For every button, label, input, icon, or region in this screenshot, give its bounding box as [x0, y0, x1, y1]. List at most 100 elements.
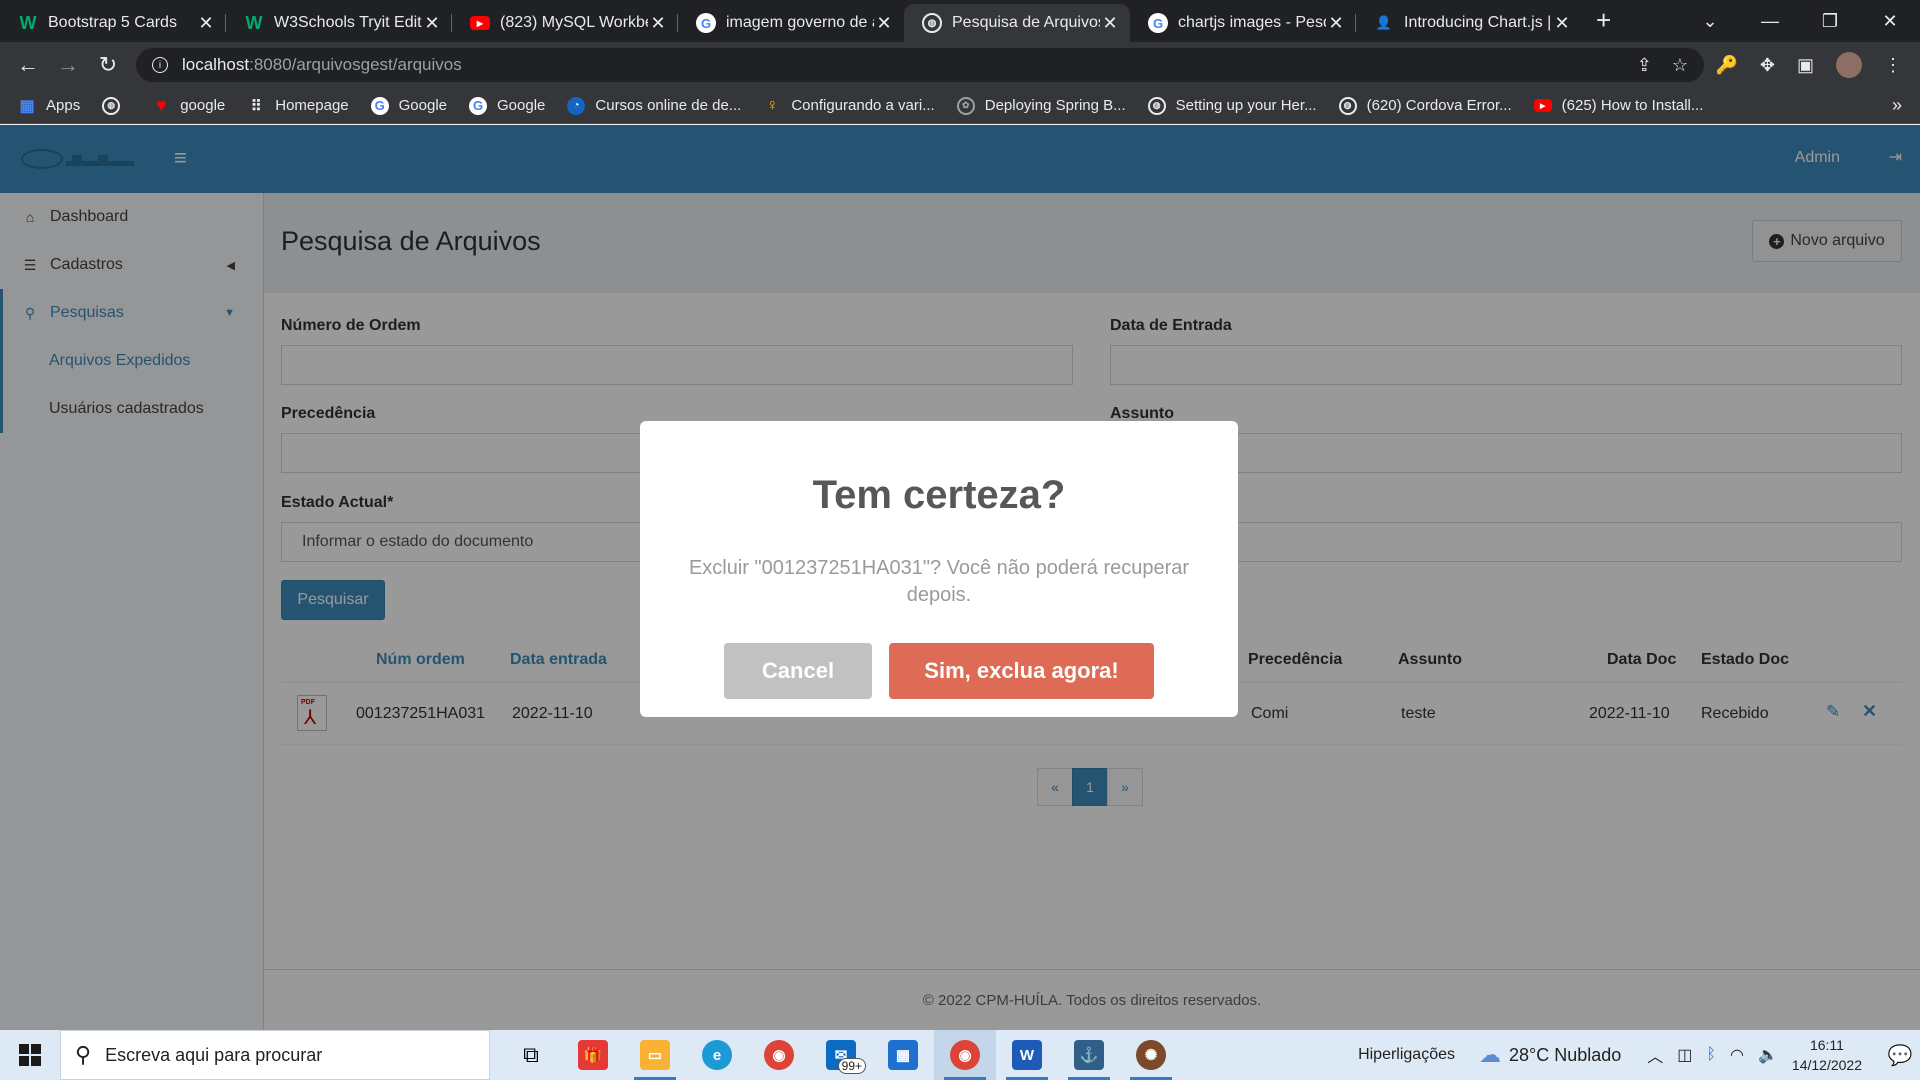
profile-avatar[interactable]: [1836, 52, 1862, 78]
bookmark-install[interactable]: ▶ (625) How to Install...: [1533, 97, 1703, 114]
store-icon[interactable]: ▦: [872, 1030, 934, 1080]
bookmark-deploying[interactable]: ✿ Deploying Spring B...: [956, 96, 1126, 115]
browser-tab[interactable]: 👤 Introducing Chart.js | ✕: [1356, 4, 1582, 42]
bookmark-heroku[interactable]: ◍ Setting up your Her...: [1147, 96, 1317, 115]
tab-title: Bootstrap 5 Cards: [48, 14, 177, 31]
bookmark-globe[interactable]: ◍: [102, 96, 130, 115]
extensions-puzzle-icon[interactable]: ✥: [1760, 55, 1775, 76]
address-bar[interactable]: i localhost:8080/arquivosgest/arquivos ⇪…: [136, 48, 1704, 82]
browser-tab-active[interactable]: ◍ Pesquisa de Arquivos ✕: [904, 4, 1130, 42]
close-tab-icon[interactable]: ✕: [1100, 13, 1120, 33]
grid-icon: ⠿: [250, 97, 262, 115]
taskbar-search[interactable]: ⚲ Escreva aqui para procurar: [60, 1030, 490, 1080]
globe-icon: ◍: [922, 13, 942, 33]
bookmark-apps[interactable]: ▦ Apps: [18, 97, 80, 115]
mysql-workbench-icon[interactable]: ⚓: [1058, 1030, 1120, 1080]
start-button[interactable]: [0, 1030, 60, 1080]
bookmark-star-icon[interactable]: ☆: [1672, 55, 1688, 76]
chrome-active-icon[interactable]: ◉: [934, 1030, 996, 1080]
google-icon: G: [1148, 13, 1168, 33]
bookmark-google-heart[interactable]: ♥ google: [152, 95, 225, 115]
close-tab-icon[interactable]: ✕: [648, 13, 668, 33]
forward-icon[interactable]: →: [48, 52, 88, 78]
window-controls: ⌄ — ❐ ✕: [1680, 0, 1920, 42]
minimize-icon[interactable]: —: [1740, 11, 1800, 32]
close-tab-icon[interactable]: ✕: [874, 13, 894, 33]
spring-icon: ✿: [956, 96, 975, 115]
volume-icon[interactable]: 🔈: [1758, 1045, 1778, 1065]
tab-title: imagem governo de angola: [726, 14, 874, 31]
bookmark-cursos[interactable]: ◔ Cursos online de de...: [567, 96, 741, 115]
key-extension-icon[interactable]: 🔑: [1715, 55, 1737, 76]
hyperlinks-toolbar[interactable]: Hiperligações: [1358, 1046, 1455, 1064]
globe-icon: ◍: [1338, 96, 1357, 115]
confirm-delete-dialog: Tem certeza? Excluir "001237251HA031"? V…: [640, 421, 1238, 717]
w3-logo-icon: W: [245, 12, 263, 33]
close-window-icon[interactable]: ✕: [1860, 11, 1920, 32]
wifi-icon[interactable]: ◠: [1730, 1045, 1744, 1065]
google-icon: G: [469, 96, 488, 115]
tab-search-icon[interactable]: ⌄: [1680, 11, 1740, 32]
new-tab-icon[interactable]: +: [1596, 5, 1611, 36]
bulb-icon: ♀: [766, 96, 779, 114]
youtube-icon: ▶: [1533, 99, 1552, 112]
side-panel-icon[interactable]: ▣: [1797, 55, 1814, 76]
restore-icon[interactable]: ❐: [1800, 11, 1860, 32]
globe-icon: ◍: [102, 96, 121, 115]
cancel-button[interactable]: Cancel: [724, 643, 872, 699]
tab-title: Pesquisa de Arquivos: [952, 14, 1100, 31]
more-bookmarks-icon[interactable]: »: [1892, 95, 1902, 116]
google-icon: G: [696, 13, 716, 33]
browser-tab[interactable]: W W3Schools Tryit Editor ✕: [226, 4, 452, 42]
apps-grid-icon: ▦: [19, 97, 35, 115]
mail-icon[interactable]: ✉ 99+: [810, 1030, 872, 1080]
chrome-menu-icon[interactable]: ⋮: [1884, 55, 1902, 76]
back-icon[interactable]: ←: [8, 52, 48, 78]
close-tab-icon[interactable]: ✕: [422, 13, 442, 33]
dialog-message: Excluir "001237251HA031"? Você não poder…: [688, 557, 1190, 606]
system-tray: Hiperligações ☁ 28°C Nublado ︿ ◫ ᛒ ◠ 🔈 1…: [1358, 1030, 1920, 1080]
site-info-icon[interactable]: i: [152, 57, 168, 73]
clock[interactable]: 16:11 14/12/2022: [1792, 1035, 1862, 1075]
browser-tab-strip: W Bootstrap 5 Cards ✕ W W3Schools Tryit …: [0, 0, 1920, 42]
app-icon[interactable]: ✺: [1120, 1030, 1182, 1080]
bookmark-google[interactable]: G Google: [469, 96, 545, 115]
reload-icon[interactable]: ↻: [88, 52, 128, 78]
word-icon[interactable]: W: [996, 1030, 1058, 1080]
edge-icon[interactable]: e: [686, 1030, 748, 1080]
google-icon: G: [370, 96, 389, 115]
share-icon[interactable]: ⇪: [1637, 55, 1652, 76]
weather-widget[interactable]: ☁ 28°C Nublado: [1479, 1042, 1621, 1068]
file-explorer-icon[interactable]: ▭: [624, 1030, 686, 1080]
browser-tab[interactable]: ▶ (823) MySQL Workbench ✕: [452, 4, 678, 42]
bookmark-cordova[interactable]: ◍ (620) Cordova Error...: [1338, 96, 1512, 115]
user-icon: 👤: [1375, 15, 1393, 30]
heart-icon: ♥: [155, 95, 167, 115]
globe-icon: ◍: [1147, 96, 1166, 115]
task-view-icon[interactable]: ⧉: [500, 1030, 562, 1080]
gift-app-icon[interactable]: 🎁: [562, 1030, 624, 1080]
close-tab-icon[interactable]: ✕: [196, 13, 216, 33]
close-tab-icon[interactable]: ✕: [1326, 13, 1346, 33]
url-path: :8080/arquivosgest/arquivos: [249, 55, 462, 74]
confirm-delete-button[interactable]: Sim, exclua agora!: [889, 643, 1154, 699]
bookmark-configurando[interactable]: ♀ Configurando a vari...: [763, 97, 934, 115]
chevron-up-icon[interactable]: ︿: [1647, 1043, 1663, 1067]
youtube-icon: ▶: [470, 16, 490, 30]
dialog-title: Tem certeza?: [812, 473, 1066, 517]
notifications-icon[interactable]: 💬: [1880, 1043, 1920, 1068]
tab-title: chartjs images - Pesquisa: [1178, 14, 1326, 31]
bookmark-google[interactable]: G Google: [370, 96, 447, 115]
bookmark-homepage[interactable]: ⠿ Homepage: [247, 97, 349, 115]
close-tab-icon[interactable]: ✕: [1552, 13, 1572, 33]
tab-title: W3Schools Tryit Editor: [274, 14, 422, 31]
chrome-icon[interactable]: ◉: [748, 1030, 810, 1080]
tab-title: Introducing Chart.js |: [1404, 14, 1552, 31]
browser-tab[interactable]: G imagem governo de angola ✕: [678, 4, 904, 42]
browser-tab[interactable]: W Bootstrap 5 Cards ✕: [0, 4, 226, 42]
windows-taskbar: ⚲ Escreva aqui para procurar ⧉ 🎁 ▭ e ◉ ✉…: [0, 1030, 1920, 1080]
browser-toolbar: ← → ↻ i localhost:8080/arquivosgest/arqu…: [0, 42, 1920, 88]
bluetooth-icon[interactable]: ᛒ: [1706, 1046, 1716, 1064]
meet-now-icon[interactable]: ◫: [1677, 1045, 1692, 1065]
browser-tab[interactable]: G chartjs images - Pesquisa ✕: [1130, 4, 1356, 42]
